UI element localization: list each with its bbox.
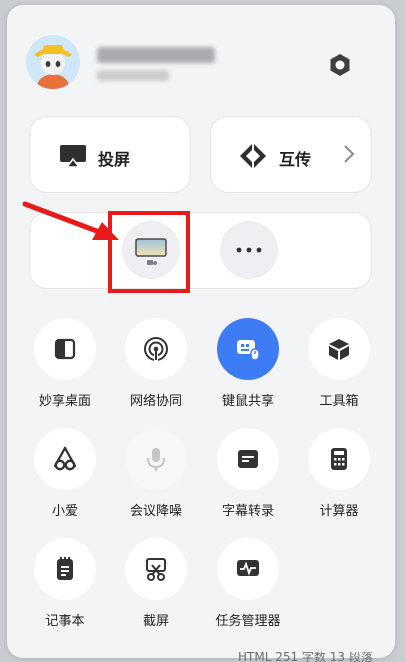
avatar-icon (26, 35, 80, 89)
keyboard-mouse-icon (217, 318, 279, 380)
avatar[interactable] (26, 35, 80, 89)
task-manager-icon (217, 538, 279, 600)
quick-action-xiaoai[interactable]: 小爱 (20, 425, 110, 525)
status-bar-text: HTML 251 字数 13 段落 (238, 652, 373, 662)
quick-action-desktop-share[interactable]: 妙享桌面 (20, 315, 110, 415)
quick-action-label: 计算器 (319, 504, 359, 519)
quick-action-network-sync[interactable]: 网络协同 (111, 315, 201, 415)
quick-action-subtitle-transcribe[interactable]: 字幕转录 (203, 425, 293, 525)
desktop-share-icon (34, 318, 96, 380)
more-dots-icon (236, 247, 262, 253)
quick-action-meeting-noise-reduction[interactable]: 会议降噪 (111, 425, 201, 525)
quick-action-toolbox[interactable]: 工具箱 (294, 315, 384, 415)
mutual-transfer-icon (240, 144, 266, 168)
xiaoai-icon (34, 428, 96, 490)
quick-action-label: 记事本 (45, 614, 85, 629)
network-sync-icon (125, 318, 187, 380)
quick-action-label: 小爱 (51, 504, 78, 519)
username-blurred (97, 47, 215, 63)
mutual-transfer-label: 互传 (279, 150, 312, 169)
quick-action-notepad[interactable]: 记事本 (20, 535, 110, 635)
quick-action-label: 字幕转录 (221, 504, 274, 519)
toolbox-icon (308, 318, 370, 380)
red-arrow-icon (22, 201, 119, 240)
screen-cast-icon (60, 145, 86, 168)
quick-action-label: 网络协同 (129, 394, 182, 409)
microphone-icon (125, 428, 187, 490)
quick-action-label: 截屏 (142, 614, 169, 629)
quick-action-keyboard-mouse[interactable]: 键鼠共享 (203, 315, 293, 415)
quick-action-label: 键鼠共享 (221, 394, 274, 409)
gear-icon (330, 54, 350, 76)
quick-action-screenshot[interactable]: 截屏 (111, 535, 201, 635)
screen-cast-label: 投屏 (98, 150, 131, 169)
screenshot-icon (125, 538, 187, 600)
subtitle-icon (217, 428, 279, 490)
quick-action-calculator[interactable]: 计算器 (294, 425, 384, 525)
notepad-icon (34, 538, 96, 600)
quick-action-label: 任务管理器 (215, 614, 281, 629)
quick-action-label: 会议降噪 (129, 504, 182, 519)
account-id-blurred (97, 70, 169, 81)
more-button[interactable] (220, 221, 278, 279)
calculator-icon (308, 428, 370, 490)
quick-action-label: 妙享桌面 (38, 394, 91, 409)
quick-action-label: 工具箱 (319, 394, 359, 409)
chevron-right-icon[interactable] (342, 143, 356, 165)
settings-button[interactable] (325, 50, 355, 80)
quick-action-task-manager[interactable]: 任务管理器 (203, 535, 293, 635)
